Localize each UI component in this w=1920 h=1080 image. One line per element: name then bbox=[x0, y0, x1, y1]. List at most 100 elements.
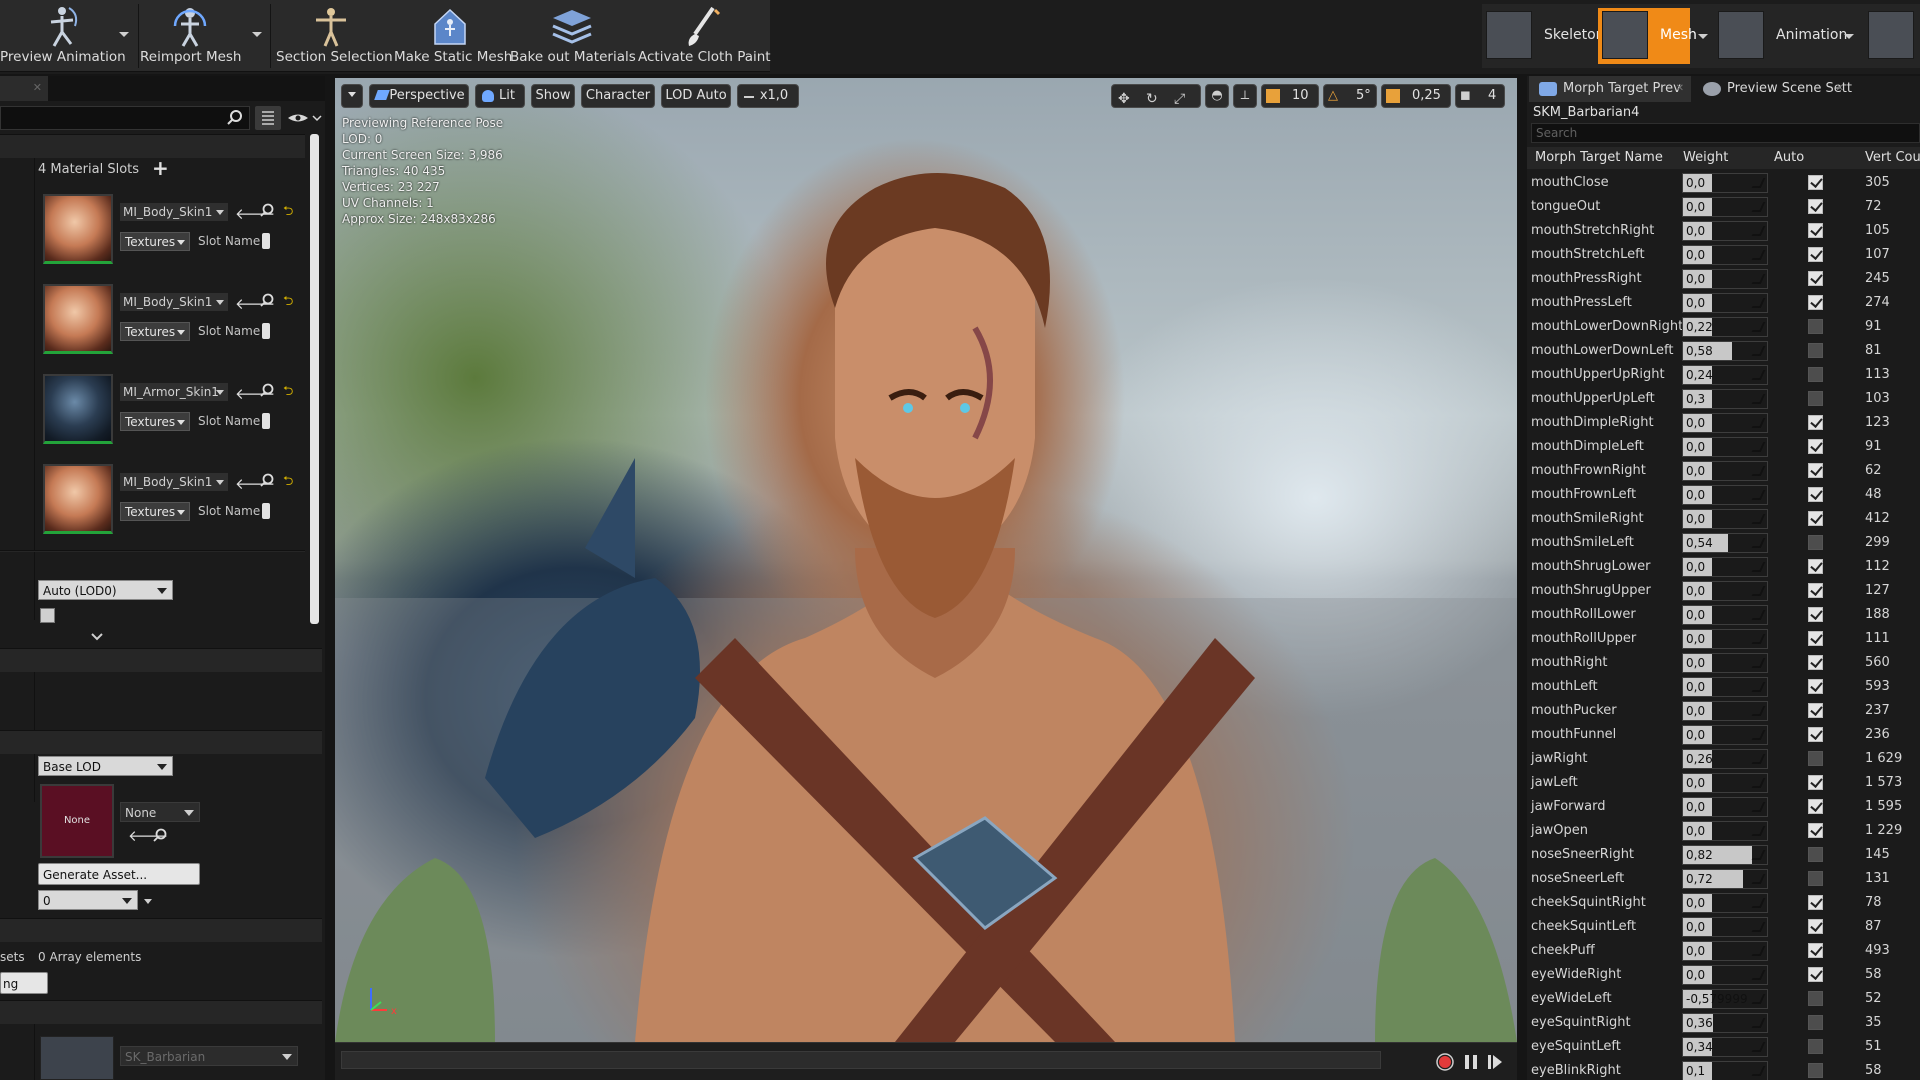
auto-checkbox[interactable] bbox=[1808, 439, 1823, 454]
bake-out-materials-button[interactable]: Bake out Materials bbox=[510, 0, 636, 72]
tab-morph-target-preview[interactable]: Morph Target Prev ✕ bbox=[1529, 76, 1691, 102]
skeleton-picker[interactable]: SK_Barbarian bbox=[120, 1046, 298, 1066]
auto-checkbox[interactable] bbox=[1808, 727, 1823, 742]
morph-target-row[interactable]: jawRight 0,26 1 629 bbox=[1527, 747, 1920, 771]
translate-icon[interactable]: ✥ bbox=[1118, 88, 1130, 110]
asset-picker-combo[interactable]: None bbox=[120, 802, 200, 822]
textures-dropdown[interactable]: Textures bbox=[120, 232, 190, 251]
auto-checkbox[interactable] bbox=[1808, 1015, 1823, 1030]
weight-slider[interactable]: 0,1 bbox=[1682, 1061, 1768, 1080]
browse-search-icon[interactable] bbox=[259, 383, 275, 399]
morph-target-row[interactable]: jawOpen 0,0 1 229 bbox=[1527, 819, 1920, 843]
auto-checkbox[interactable] bbox=[1808, 1063, 1823, 1078]
weight-slider[interactable]: 0,0 bbox=[1682, 821, 1768, 841]
morph-target-row[interactable]: jawLeft 0,0 1 573 bbox=[1527, 771, 1920, 795]
material-picker[interactable]: MI_Body_Skin1 bbox=[120, 473, 228, 491]
morph-target-row[interactable]: cheekSquintLeft 0,0 87 bbox=[1527, 915, 1920, 939]
auto-checkbox[interactable] bbox=[1808, 871, 1823, 886]
slot-name-field[interactable] bbox=[262, 233, 270, 249]
lod-checkbox[interactable] bbox=[40, 608, 55, 623]
coordinate-system-button[interactable]: ◓ bbox=[1205, 84, 1229, 108]
morph-target-row[interactable]: mouthStretchLeft 0,0 107 bbox=[1527, 243, 1920, 267]
preview-animation-dropdown[interactable] bbox=[119, 32, 129, 37]
morph-target-row[interactable]: mouthLowerDownLeft 0,58 81 bbox=[1527, 339, 1920, 363]
auto-checkbox[interactable] bbox=[1808, 799, 1823, 814]
close-icon[interactable]: ✕ bbox=[1676, 76, 1684, 102]
weight-slider[interactable]: 0,0 bbox=[1682, 221, 1768, 241]
morph-target-row[interactable]: mouthShrugLower 0,0 112 bbox=[1527, 555, 1920, 579]
weight-slider[interactable]: 0,0 bbox=[1682, 461, 1768, 481]
textures-dropdown[interactable]: Textures bbox=[120, 502, 190, 521]
auto-checkbox[interactable] bbox=[1808, 367, 1823, 382]
auto-checkbox[interactable] bbox=[1808, 199, 1823, 214]
browse-search-icon[interactable] bbox=[152, 828, 168, 844]
auto-checkbox[interactable] bbox=[1808, 823, 1823, 838]
material-thumbnail[interactable] bbox=[43, 374, 113, 444]
grid-snap-button[interactable]: 10 bbox=[1261, 84, 1319, 108]
scale-icon[interactable]: ⤢ bbox=[1174, 88, 1185, 110]
weight-slider[interactable]: 0,0 bbox=[1682, 725, 1768, 745]
surface-snapping-button[interactable]: ⟂ bbox=[1233, 84, 1257, 108]
timeline-scrubber[interactable] bbox=[341, 1051, 1381, 1069]
auto-checkbox[interactable] bbox=[1808, 703, 1823, 718]
auto-checkbox[interactable] bbox=[1808, 535, 1823, 550]
generate-asset-button[interactable]: Generate Asset... bbox=[38, 863, 200, 885]
mode-mesh-dropdown[interactable] bbox=[1698, 34, 1708, 39]
scale-snap-button[interactable]: 0,25 bbox=[1381, 84, 1451, 108]
weight-slider[interactable]: 0,0 bbox=[1682, 581, 1768, 601]
weight-slider[interactable]: 0,0 bbox=[1682, 197, 1768, 217]
column-weight[interactable]: Weight bbox=[1683, 150, 1728, 165]
morph-target-row[interactable]: mouthDimpleLeft 0,0 91 bbox=[1527, 435, 1920, 459]
mode-mesh[interactable]: Mesh bbox=[1598, 8, 1697, 64]
morph-target-row[interactable]: jawForward 0,0 1 595 bbox=[1527, 795, 1920, 819]
auto-checkbox[interactable] bbox=[1808, 295, 1823, 310]
weight-slider[interactable]: -0,579999 bbox=[1682, 989, 1768, 1009]
mode-animation[interactable]: Animation bbox=[1714, 8, 1847, 64]
weight-slider[interactable]: 0,0 bbox=[1682, 701, 1768, 721]
viewport-options-button[interactable] bbox=[341, 84, 363, 108]
reset-to-default-icon[interactable]: ⮌ bbox=[283, 472, 293, 494]
weight-slider[interactable]: 0,82 bbox=[1682, 845, 1768, 865]
auto-checkbox[interactable] bbox=[1808, 559, 1823, 574]
lod-settings-section[interactable] bbox=[0, 648, 322, 672]
morph-target-row[interactable]: mouthShrugUpper 0,0 127 bbox=[1527, 579, 1920, 603]
asset-thumbnail[interactable]: None bbox=[40, 784, 114, 858]
perspective-button[interactable]: Perspective bbox=[369, 84, 469, 108]
weight-slider[interactable]: 0,54 bbox=[1682, 533, 1768, 553]
weight-slider[interactable]: 0,0 bbox=[1682, 917, 1768, 937]
morph-target-row[interactable]: mouthPressRight 0,0 245 bbox=[1527, 267, 1920, 291]
base-lod-combo[interactable]: Base LOD bbox=[38, 756, 173, 776]
morph-target-row[interactable]: mouthUpperUpLeft 0,3 103 bbox=[1527, 387, 1920, 411]
auto-checkbox[interactable] bbox=[1808, 919, 1823, 934]
morph-target-row[interactable]: eyeWideRight 0,0 58 bbox=[1527, 963, 1920, 987]
textures-dropdown[interactable]: Textures bbox=[120, 322, 190, 341]
material-thumbnail[interactable] bbox=[43, 284, 113, 354]
search-icon[interactable] bbox=[226, 109, 244, 127]
lit-button[interactable]: Lit bbox=[475, 84, 525, 108]
reset-to-default-icon[interactable]: ⮌ bbox=[283, 202, 293, 224]
morph-target-row[interactable]: mouthRight 0,0 560 bbox=[1527, 651, 1920, 675]
weight-slider[interactable]: 0,0 bbox=[1682, 941, 1768, 961]
auto-checkbox[interactable] bbox=[1808, 319, 1823, 334]
morph-target-row[interactable]: noseSneerLeft 0,72 131 bbox=[1527, 867, 1920, 891]
reimport-mesh-button[interactable]: Reimport Mesh bbox=[140, 0, 242, 72]
morph-target-row[interactable]: mouthPressLeft 0,0 274 bbox=[1527, 291, 1920, 315]
weight-slider[interactable]: 0,0 bbox=[1682, 653, 1768, 673]
camera-speed-button[interactable]: ◼ 4 bbox=[1455, 84, 1505, 108]
weight-slider[interactable]: 0,72 bbox=[1682, 869, 1768, 889]
property-matrix-button[interactable] bbox=[255, 106, 281, 130]
morph-target-row[interactable]: mouthPucker 0,0 237 bbox=[1527, 699, 1920, 723]
morph-target-row[interactable]: tongueOut 0,0 72 bbox=[1527, 195, 1920, 219]
morph-target-row[interactable]: mouthSmileRight 0,0 412 bbox=[1527, 507, 1920, 531]
auto-checkbox[interactable] bbox=[1808, 1039, 1823, 1054]
rotation-snap-button[interactable]: △ 5° bbox=[1323, 84, 1377, 108]
morph-search-input[interactable]: Search bbox=[1531, 123, 1920, 143]
skeleton-section[interactable] bbox=[0, 1000, 322, 1024]
weight-slider[interactable]: 0,22 bbox=[1682, 317, 1768, 337]
weight-slider[interactable]: 0,3 bbox=[1682, 389, 1768, 409]
weight-slider[interactable]: 0,0 bbox=[1682, 557, 1768, 577]
auto-checkbox[interactable] bbox=[1808, 895, 1823, 910]
morph-target-row[interactable]: mouthFrownRight 0,0 62 bbox=[1527, 459, 1920, 483]
weight-slider[interactable]: 0,0 bbox=[1682, 413, 1768, 433]
character-button[interactable]: Character bbox=[581, 84, 655, 108]
